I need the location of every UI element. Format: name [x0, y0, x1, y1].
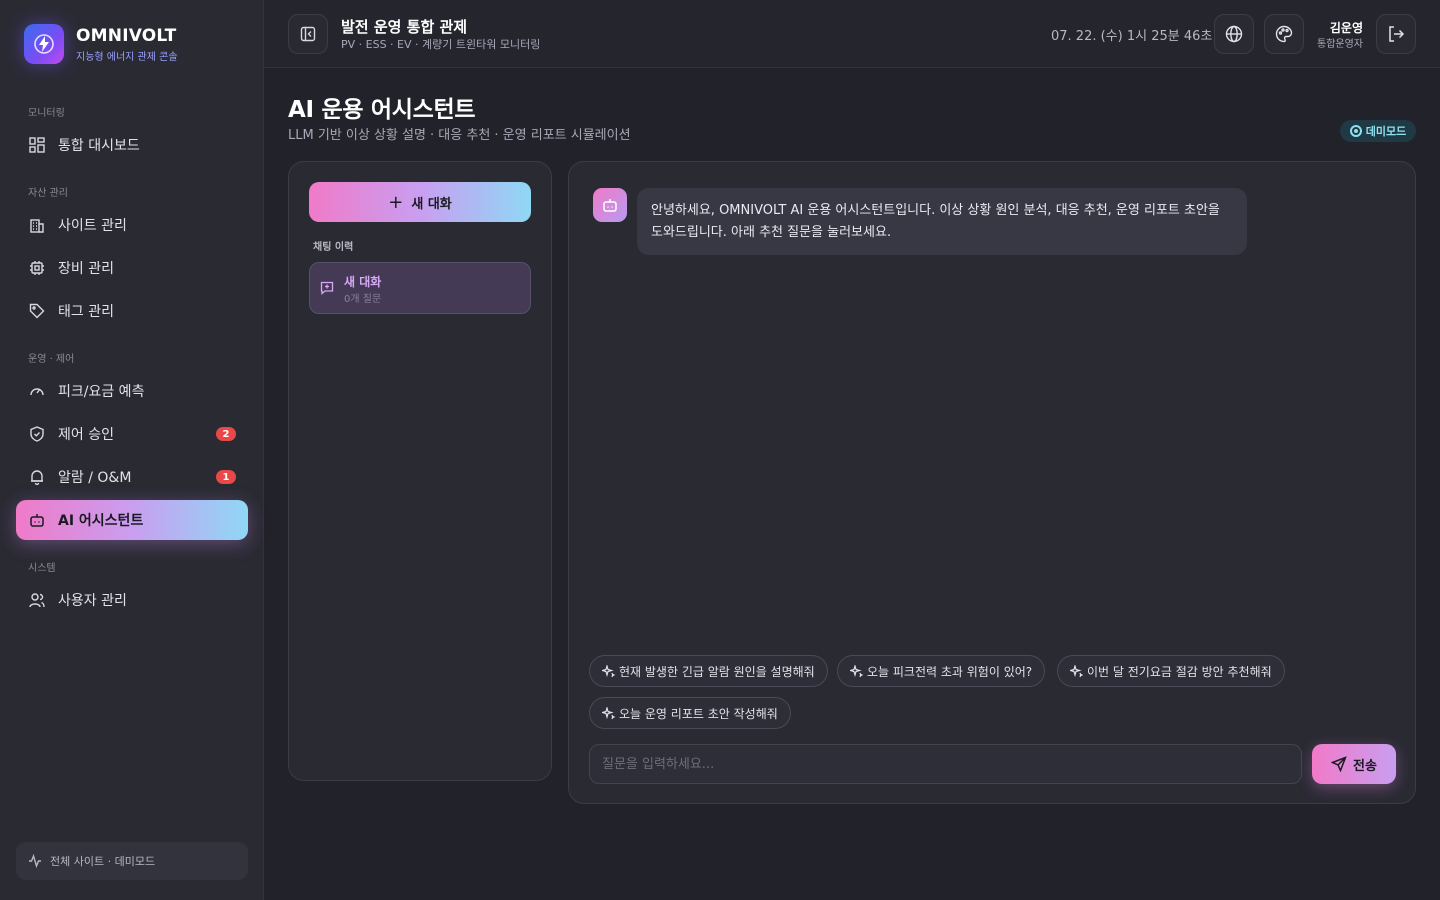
- chat-history-heading: 채팅 이력: [313, 242, 354, 253]
- suggestion-chip[interactable]: 이번 달 전기요금 절감 방안 추천해줘: [1057, 655, 1285, 687]
- current-datetime: 07. 22. (수) 1시 25분 46초: [1051, 29, 1213, 44]
- chat-plus-icon: [320, 280, 334, 299]
- sidebar-item-users[interactable]: 사용자 관리: [16, 580, 248, 620]
- sparkle-icon: [602, 706, 615, 720]
- header-title: 발전 운영 통합 관제: [341, 18, 468, 36]
- sidebar-item-label: AI 어시스턴트: [58, 513, 144, 529]
- sparkle-icon: [850, 664, 863, 678]
- sidebar-item-control-approval[interactable]: 제어 승인 2: [16, 414, 248, 454]
- brand-subtitle: 지능형 에너지 관제 콘솔: [76, 51, 178, 63]
- send-label: 전송: [1353, 758, 1377, 774]
- chat-panel: 안녕하세요, OMNIVOLT AI 운용 어시스턴트입니다. 이상 상황 원인…: [568, 161, 1416, 804]
- brand[interactable]: OMNIVOLT 지능형 에너지 관제 콘솔: [24, 24, 178, 64]
- send-button[interactable]: 전송: [1312, 744, 1396, 784]
- chat-history-title: 새 대화: [344, 275, 382, 289]
- suggestion-text: 현재 발생한 긴급 알람 원인을 설명해줘: [619, 664, 815, 679]
- sidebar-item-alarms[interactable]: 알람 / O&M 1: [16, 457, 248, 497]
- new-chat-button[interactable]: + 새 대화: [309, 182, 531, 222]
- suggestion-chip[interactable]: 오늘 운영 리포트 초안 작성해줘: [589, 697, 791, 729]
- theme-button[interactable]: [1264, 14, 1304, 54]
- building-icon: [28, 216, 46, 234]
- nav-section-system: 시스템: [28, 563, 56, 574]
- chat-history-item[interactable]: 새 대화 0개 질문: [309, 262, 531, 314]
- sidebar-item-label: 사이트 관리: [58, 218, 127, 234]
- site-scope-label: 전체 사이트 · 데미모드: [50, 855, 156, 868]
- chat-history-count: 0개 질문: [344, 294, 382, 305]
- chat-history-panel: + 새 대화 채팅 이력 새 대화 0개 질문: [288, 161, 552, 781]
- sidebar-item-label: 피크/요금 예측: [58, 384, 145, 400]
- sidebar-item-label: 알람 / O&M: [58, 470, 132, 486]
- sidebar-item-label: 태그 관리: [58, 304, 114, 320]
- user-role: 통합운영자: [1317, 39, 1363, 50]
- new-chat-label: 새 대화: [411, 196, 452, 212]
- sidebar-item-dashboard[interactable]: 통합 대시보드: [16, 125, 248, 165]
- panel-collapse-icon: [300, 26, 316, 42]
- page-title: AI 운용 어시스턴트: [288, 97, 476, 123]
- sparkle-icon: [1070, 664, 1083, 678]
- demo-mode-badge: 데미모드: [1340, 120, 1416, 142]
- sidebar-item-sites[interactable]: 사이트 관리: [16, 205, 248, 245]
- brand-name: OMNIVOLT: [76, 25, 177, 46]
- sidebar-item-label: 제어 승인: [58, 427, 114, 443]
- bolt-logo-icon: [24, 24, 64, 64]
- sidebar-item-label: 사용자 관리: [58, 593, 127, 609]
- user-name: 김운영: [1329, 21, 1363, 35]
- alarm-count-badge: 1: [216, 470, 236, 484]
- robot-icon: [28, 511, 46, 529]
- users-icon: [28, 591, 46, 609]
- chip-icon: [28, 259, 46, 277]
- approval-count-badge: 2: [216, 427, 236, 441]
- bot-avatar: [593, 188, 627, 222]
- suggestion-text: 오늘 운영 리포트 초안 작성해줘: [619, 706, 778, 721]
- send-icon: [1331, 756, 1347, 772]
- radio-dot-icon: [1349, 125, 1362, 137]
- suggestion-chip[interactable]: 오늘 피크전력 초과 위험이 있어?: [837, 655, 1046, 687]
- sidebar-toggle-button[interactable]: [288, 14, 328, 54]
- nav-section-monitoring: 모니터링: [28, 108, 65, 119]
- bell-icon: [28, 468, 46, 486]
- assistant-message: 안녕하세요, OMNIVOLT AI 운용 어시스턴트입니다. 이상 상황 원인…: [637, 188, 1247, 255]
- sidebar-item-label: 통합 대시보드: [58, 138, 140, 154]
- plus-icon: +: [388, 191, 404, 213]
- logout-icon: [1387, 25, 1405, 43]
- sidebar-item-peak-forecast[interactable]: 피크/요금 예측: [16, 371, 248, 411]
- top-header: 발전 운영 통합 관제 PV · ESS · EV · 계량기 트윈타워 모니터…: [264, 0, 1440, 68]
- sparkle-icon: [602, 664, 615, 678]
- gauge-icon: [28, 382, 46, 400]
- tag-icon: [28, 302, 46, 320]
- language-button[interactable]: [1214, 14, 1254, 54]
- activity-icon: [28, 854, 42, 868]
- site-scope-selector[interactable]: 전체 사이트 · 데미모드: [16, 842, 248, 880]
- sidebar: OMNIVOLT 지능형 에너지 관제 콘솔 모니터링 통합 대시보드 자산 관…: [0, 0, 264, 900]
- sidebar-item-ai-assistant[interactable]: AI 어시스턴트: [16, 500, 248, 540]
- suggestion-chip[interactable]: 현재 발생한 긴급 알람 원인을 설명해줘: [589, 655, 828, 687]
- sidebar-item-tags[interactable]: 태그 관리: [16, 291, 248, 331]
- palette-icon: [1275, 25, 1293, 43]
- sidebar-item-label: 장비 관리: [58, 261, 114, 277]
- suggestion-text: 이번 달 전기요금 절감 방안 추천해줘: [1087, 664, 1272, 679]
- suggestion-text: 오늘 피크전력 초과 위험이 있어?: [867, 664, 1033, 679]
- nav-section-operations: 운영 · 제어: [28, 354, 75, 365]
- chat-input[interactable]: [589, 744, 1302, 784]
- nav-section-assets: 자산 관리: [28, 188, 68, 199]
- dashboard-icon: [28, 136, 46, 154]
- sidebar-item-equipment[interactable]: 장비 관리: [16, 248, 248, 288]
- globe-icon: [1225, 25, 1243, 43]
- robot-icon: [602, 197, 618, 213]
- page-subtitle: LLM 기반 이상 상황 설명 · 대응 추천 · 운영 리포트 시뮬레이션: [288, 128, 631, 143]
- demo-mode-label: 데미모드: [1365, 125, 1407, 138]
- header-subtitle: PV · ESS · EV · 계량기 트윈타워 모니터링: [341, 38, 541, 51]
- logout-button[interactable]: [1376, 14, 1416, 54]
- shield-icon: [28, 425, 46, 443]
